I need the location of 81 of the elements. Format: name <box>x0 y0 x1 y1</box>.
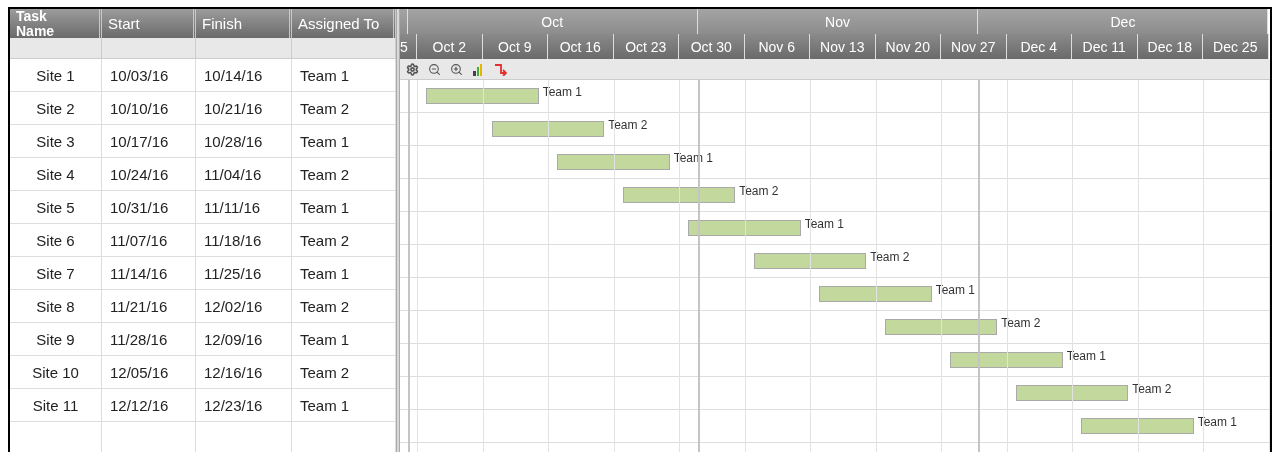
task-name-cell: Site 7 <box>10 257 102 291</box>
finish-date-cell: 11/18/16 <box>196 224 292 258</box>
column-header[interactable]: Start <box>102 9 196 39</box>
task-name-cell: Site 5 <box>10 191 102 225</box>
task-bar[interactable] <box>426 88 539 104</box>
week-header: Nov 27 <box>941 34 1007 59</box>
finish-date-cell: 12/16/16 <box>196 356 292 390</box>
start-date-cell: 11/21/16 <box>102 290 196 324</box>
week-header: Oct 30 <box>679 34 745 59</box>
bar-label: Team 2 <box>870 250 910 264</box>
bar-label: Team 1 <box>1197 415 1237 429</box>
start-date-cell: 10/10/16 <box>102 92 196 126</box>
bar-label: Team 2 <box>608 118 648 132</box>
task-bar[interactable] <box>753 253 867 269</box>
task-bar[interactable] <box>491 121 605 137</box>
finish-date-cell: 11/04/16 <box>196 158 292 192</box>
task-name-cell: Site 1 <box>10 59 102 93</box>
bar-label: Team 2 <box>1132 382 1172 396</box>
column-header[interactable]: Assigned To <box>292 9 396 39</box>
week-header: Oct 23 <box>613 34 679 59</box>
task-bar[interactable] <box>688 220 801 236</box>
task-name-cell: Site 8 <box>10 290 102 324</box>
task-bar[interactable] <box>819 286 932 302</box>
task-bar[interactable] <box>950 352 1063 368</box>
week-header: Dec 18 <box>1137 34 1203 59</box>
bar-chart-icon[interactable] <box>472 62 485 76</box>
bar-label: Team 2 <box>739 184 779 198</box>
task-name-cell: Site 6 <box>10 224 102 258</box>
finish-date-cell: 10/14/16 <box>196 59 292 93</box>
week-header: Nov 6 <box>744 34 810 59</box>
finish-date-cell: 12/23/16 <box>196 389 292 423</box>
week-header: Dec 4 <box>1006 34 1072 59</box>
start-date-cell: 10/17/16 <box>102 125 196 159</box>
month-header: Dec <box>978 9 1269 34</box>
finish-date-cell: 10/28/16 <box>196 125 292 159</box>
week-header: Oct 9 <box>482 34 548 59</box>
bar-label: Team 1 <box>935 283 975 297</box>
week-header: Dec 25 <box>1203 34 1269 59</box>
finish-date-cell: 11/11/16 <box>196 191 292 225</box>
bar-label: Team 1 <box>1066 349 1106 363</box>
week-header: Nov 20 <box>875 34 941 59</box>
column-header[interactable]: Finish <box>196 9 292 39</box>
task-name-cell: Site 10 <box>10 356 102 390</box>
start-date-cell: 11/14/16 <box>102 257 196 291</box>
start-date-cell: 10/03/16 <box>102 59 196 93</box>
task-bar[interactable] <box>884 319 998 335</box>
month-header: Oct <box>407 9 698 34</box>
bar-label: Team 1 <box>804 217 844 231</box>
task-name-cell: Site 11 <box>10 389 102 423</box>
bar-label: Team 1 <box>542 85 582 99</box>
task-bar[interactable] <box>622 187 736 203</box>
finish-date-cell: 12/02/16 <box>196 290 292 324</box>
week-header: 5 <box>400 34 417 59</box>
task-name-cell: Site 2 <box>10 92 102 126</box>
task-name-cell: Site 3 <box>10 125 102 159</box>
task-name-cell: Site 9 <box>10 323 102 357</box>
week-header: Nov 13 <box>810 34 876 59</box>
start-date-cell: 10/31/16 <box>102 191 196 225</box>
start-date-cell: 11/07/16 <box>102 224 196 258</box>
finish-date-cell: 10/21/16 <box>196 92 292 126</box>
bar-label: Team 2 <box>1001 316 1041 330</box>
zoom-out-icon[interactable] <box>428 62 441 76</box>
week-header: Oct 16 <box>548 34 614 59</box>
month-header: Nov <box>697 9 979 34</box>
zoom-in-icon[interactable] <box>450 62 463 76</box>
task-bar[interactable] <box>557 154 670 170</box>
settings-icon[interactable] <box>406 62 419 76</box>
start-date-cell: 12/05/16 <box>102 356 196 390</box>
task-bar[interactable] <box>1081 418 1194 434</box>
task-name-cell: Site 4 <box>10 158 102 192</box>
finish-date-cell: 12/09/16 <box>196 323 292 357</box>
start-date-cell: 11/28/16 <box>102 323 196 357</box>
finish-date-cell: 11/25/16 <box>196 257 292 291</box>
week-header: Oct 2 <box>417 34 483 59</box>
header-spacer <box>400 9 408 34</box>
task-bar[interactable] <box>1015 385 1129 401</box>
week-header: Dec 11 <box>1072 34 1138 59</box>
column-header[interactable]: Task Name <box>10 9 102 39</box>
start-date-cell: 10/24/16 <box>102 158 196 192</box>
dependency-icon[interactable] <box>494 62 507 76</box>
start-date-cell: 12/12/16 <box>102 389 196 423</box>
